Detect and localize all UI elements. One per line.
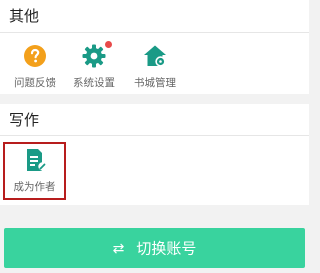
swap-arrows-icon: ⇄	[112, 240, 125, 257]
gear-icon	[82, 44, 106, 68]
notification-badge	[105, 41, 112, 48]
bookstore-management-label: 书城管理	[134, 77, 176, 89]
feedback-label: 问题反馈	[14, 77, 56, 89]
settings-item[interactable]: 系统设置	[64, 44, 124, 100]
bookstore-management-item[interactable]: 书城管理	[125, 44, 185, 100]
feedback-item[interactable]: 问题反馈	[5, 44, 65, 100]
become-author-label: 成为作者	[13, 181, 56, 193]
settings-label: 系统设置	[73, 77, 115, 89]
section-title-write: 写作	[9, 111, 40, 129]
divider	[0, 32, 309, 33]
switch-account-label: 切换账号	[136, 239, 197, 258]
divider	[0, 135, 309, 136]
become-author-item[interactable]: 成为作者	[3, 142, 66, 200]
switch-account-button[interactable]: ⇄ 切换账号	[4, 228, 305, 268]
section-title-other: 其他	[9, 7, 40, 25]
document-pen-icon	[23, 148, 47, 172]
question-circle-icon	[23, 44, 47, 68]
house-gear-icon	[143, 44, 167, 68]
